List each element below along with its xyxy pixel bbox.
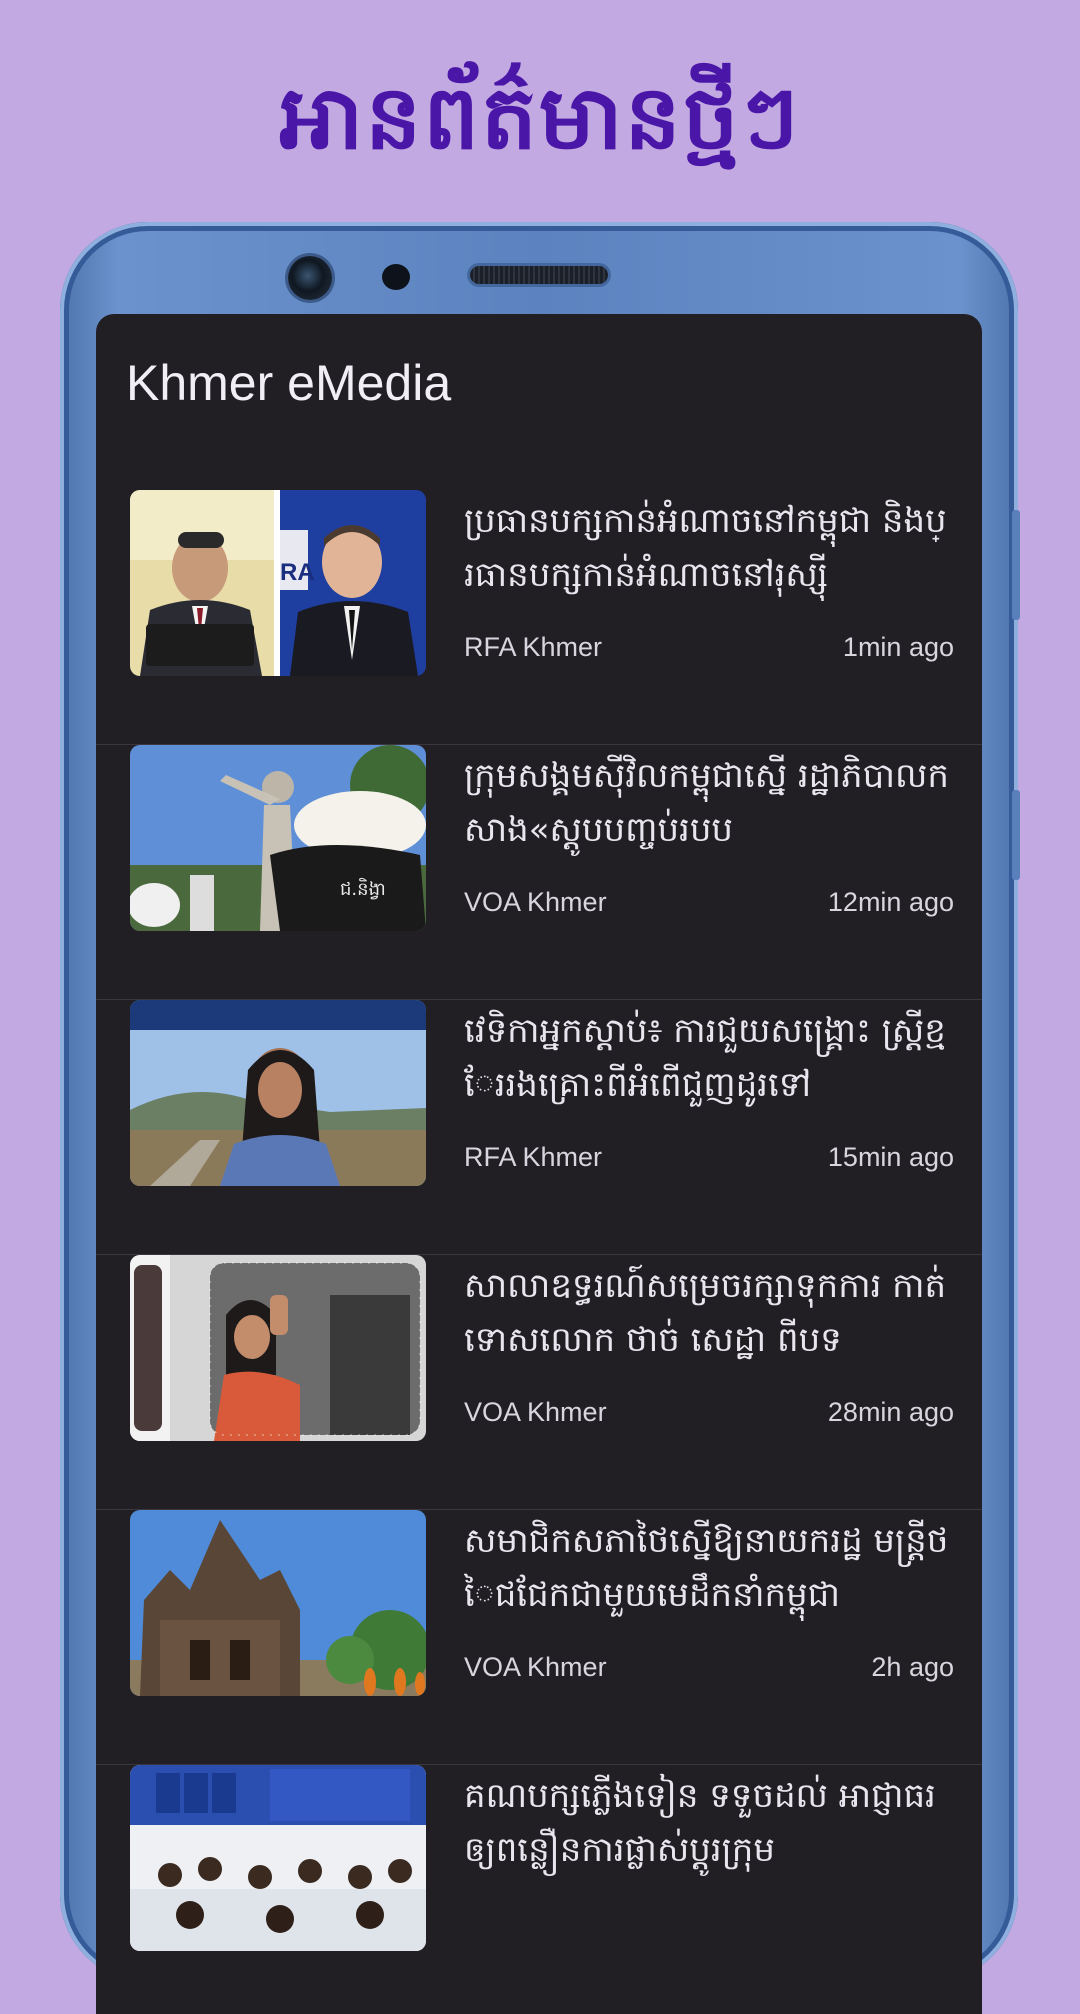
news-headline[interactable]: ប្រធានបក្សកាន់អំណាចនៅកម្ពុជា និងប្រធានបក… — [464, 494, 954, 602]
news-time: 28min ago — [827, 1397, 954, 1427]
news-item[interactable]: សាលាឧទ្ធរណ៍សម្រេចរក្សាទុកការ កាត់ទោសលោក … — [96, 1255, 982, 1510]
news-headline[interactable]: គណបក្សភ្លើងទៀន ទទួចដល់ អាជ្ញាធរឲ្យពន្លឿន… — [464, 1769, 954, 1877]
news-item[interactable]: វេទិកាអ្នកស្តាប់៖ ការជួយសង្គ្រោះ ស្ត្រីខ… — [96, 1000, 982, 1255]
news-item[interactable]: ជ.និង្វា ក្រុមសង្គមស៊ីវិលកម្ពុជាស្នើ រដ្… — [96, 745, 982, 1000]
phone-side-button — [1012, 510, 1020, 620]
earpiece-speaker — [470, 266, 608, 284]
news-headline[interactable]: ក្រុមសង្គមស៊ីវិលកម្ពុជាស្នើ រដ្ឋាភិបាលកស… — [464, 749, 954, 857]
phone-frame: Khmer eMedia RA ប្រធានបក្សកាន់អំណាចនៅកម្… — [60, 222, 1020, 2014]
news-item[interactable]: សមាជិកសភាថៃស្នើឱ្យនាយករដ្ឋ មន្ត្រីថៃជជែក… — [96, 1510, 982, 1765]
news-thumbnail[interactable] — [130, 1765, 426, 1951]
news-source: RFA Khmer — [464, 1142, 603, 1172]
news-source: VOA Khmer — [464, 887, 607, 917]
app-screen: Khmer eMedia RA ប្រធានបក្សកាន់អំណាចនៅកម្… — [96, 314, 982, 2014]
app-title: Khmer eMedia — [126, 355, 452, 411]
news-thumbnail[interactable]: RA — [130, 490, 426, 676]
news-item[interactable]: គណបក្សភ្លើងទៀន ទទួចដល់ អាជ្ញាធរឲ្យពន្លឿន… — [96, 1765, 982, 2014]
news-item[interactable]: RA ប្រធានបក្សកាន់អំណាចនៅកម្ពុជា និងប្រធា… — [96, 490, 982, 745]
news-source: VOA Khmer — [464, 1397, 607, 1427]
svg-text:RA: RA — [280, 559, 315, 586]
news-headline[interactable]: វេទិកាអ្នកស្តាប់៖ ការជួយសង្គ្រោះ ស្ត្រីខ… — [464, 1004, 954, 1112]
news-headline[interactable]: សាលាឧទ្ធរណ៍សម្រេចរក្សាទុកការ កាត់ទោសលោក … — [464, 1259, 954, 1367]
news-source: VOA Khmer — [464, 1652, 607, 1682]
news-thumbnail[interactable]: ជ.និង្វា — [130, 745, 426, 931]
front-camera — [288, 256, 332, 300]
news-time: 12min ago — [827, 887, 954, 917]
news-thumbnail[interactable] — [130, 1000, 426, 1186]
phone-side-button — [1012, 790, 1020, 880]
news-thumbnail[interactable] — [130, 1255, 426, 1441]
news-time: 2h ago — [871, 1652, 954, 1682]
svg-text:ជ.និង្វា: ជ.និង្វា — [340, 877, 386, 900]
news-time: 1min ago — [842, 632, 954, 662]
news-source: RFA Khmer — [464, 632, 603, 662]
news-list[interactable]: RA ប្រធានបក្សកាន់អំណាចនៅកម្ពុជា និងប្រធា… — [96, 490, 982, 2014]
promo-title: អានព័ត៌មានថ្មីៗ — [279, 65, 801, 169]
news-time: 15min ago — [827, 1142, 954, 1172]
news-thumbnail[interactable] — [130, 1510, 426, 1696]
news-headline[interactable]: សមាជិកសភាថៃស្នើឱ្យនាយករដ្ឋ មន្ត្រីថៃជជែក… — [464, 1514, 954, 1622]
proximity-sensor — [382, 264, 410, 290]
